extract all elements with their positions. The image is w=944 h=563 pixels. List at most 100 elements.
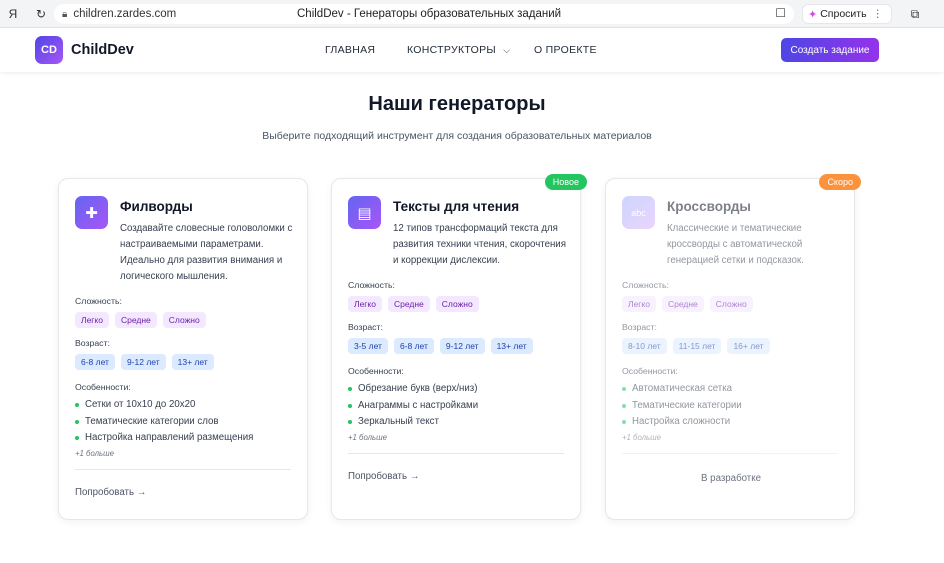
tab-title: ChildDev - Генераторы образовательных за… — [297, 8, 562, 20]
logo-badge[interactable]: CD — [35, 36, 63, 64]
feature-text: Анаграммы с настройками — [358, 400, 479, 411]
url-text: children.zardes.com — [73, 8, 177, 20]
divider — [75, 469, 291, 470]
features-label: Особенности: — [622, 366, 678, 376]
feature-item: Автоматическая сетка — [622, 383, 732, 394]
feature-item: Обрезание букв (верх/низ) — [348, 383, 477, 394]
age-tag[interactable]: 9-12 лет — [120, 354, 166, 370]
yandex-icon[interactable]: Я — [4, 5, 22, 23]
age-tag[interactable]: 6-8 лет — [75, 354, 115, 370]
age-label: Возраст: — [75, 338, 110, 348]
card-description: 12 типов трансформаций текста для развит… — [393, 223, 566, 266]
browser-toolbar: Я ↻ 🔒︎ children.zardes.com ChildDev - Ге… — [0, 0, 944, 28]
age-label: Возраст: — [622, 322, 657, 332]
divider — [622, 453, 838, 454]
page-title: Наши генераторы — [368, 93, 546, 115]
difficulty-tags: Легко Средне Сложно — [75, 312, 206, 328]
try-link[interactable]: Попробовать → — [75, 487, 146, 498]
feature-text: Автоматическая сетка — [632, 383, 733, 394]
feature-text: Сетки от 10x10 до 20x20 — [85, 399, 196, 410]
page-subtitle: Выберите подходящий инструмент для созда… — [262, 130, 652, 142]
age-tag: 11-15 лет — [672, 338, 722, 354]
nav-about[interactable]: О ПРОЕКТЕ — [534, 44, 597, 56]
card-title: Кроссворды — [667, 199, 751, 214]
age-tag[interactable]: 6-8 лет — [393, 338, 434, 354]
age-tag[interactable]: 13+ лет — [490, 338, 533, 354]
age-tag[interactable]: 13+ лет — [171, 354, 214, 370]
difficulty-tag: Легко — [622, 296, 656, 312]
bullet-icon — [622, 419, 626, 424]
more-icon[interactable]: ⋮ — [873, 8, 884, 20]
site-header: CD ChildDev ГЛАВНАЯ КОНСТРУКТОРЫ ⌵ О ПРО… — [0, 28, 944, 72]
bullet-icon — [75, 419, 79, 424]
in-development-label: В разработке — [701, 473, 761, 484]
difficulty-tag[interactable]: Средне — [114, 312, 157, 328]
ask-label: Спросить — [820, 8, 867, 20]
extension-icon[interactable]: ⧉ — [906, 5, 924, 23]
ask-button[interactable]: ✦ Спросить ⋮ — [802, 4, 892, 24]
difficulty-tags: Легко Средне Сложно — [348, 296, 479, 312]
more-features[interactable]: +1 больше — [75, 449, 114, 458]
difficulty-tag[interactable]: Сложно — [435, 296, 479, 312]
feature-text: Тематические категории — [632, 400, 742, 411]
lock-icon: 🔒︎ — [62, 8, 68, 20]
bullet-icon — [348, 386, 352, 391]
feature-item: Зеркальный текст — [348, 416, 439, 427]
age-tag[interactable]: 9-12 лет — [439, 338, 485, 354]
bullet-icon — [348, 419, 352, 424]
sparkle-icon: ✦ — [808, 8, 818, 21]
bullet-icon — [75, 435, 79, 440]
nav-constructors[interactable]: КОНСТРУКТОРЫ ⌵ — [407, 44, 510, 56]
feature-item: Настройка направлений размещения — [75, 432, 253, 443]
feature-text: Обрезание букв (верх/низ) — [358, 383, 478, 394]
age-tag: 8-10 лет — [622, 338, 667, 354]
feature-text: Настройка направлений размещения — [85, 432, 254, 443]
feature-text: Зеркальный текст — [358, 416, 439, 427]
feature-item: Тематические категории — [622, 400, 742, 411]
card-title: Тексты для чтения — [393, 199, 520, 214]
feature-item: Анаграммы с настройками — [348, 400, 478, 411]
reload-icon[interactable]: ↻ — [32, 5, 50, 23]
address-bar[interactable]: 🔒︎ children.zardes.com ChildDev - Генера… — [54, 4, 794, 24]
generator-card-filwords[interactable]: ✚ Филворды Создавайте словесные головоло… — [58, 178, 308, 520]
difficulty-tag[interactable]: Легко — [348, 296, 382, 312]
bookmark-icon[interactable]: ☐ — [775, 6, 786, 20]
features-label: Особенности: — [75, 382, 131, 392]
feature-text: Тематические категории слов — [85, 416, 219, 427]
card-title: Филворды — [120, 199, 193, 214]
bullet-icon — [75, 402, 79, 407]
age-tag[interactable]: 3-5 лет — [348, 338, 388, 354]
feature-item: Сетки от 10x10 до 20x20 — [75, 399, 195, 410]
difficulty-label: Сложность: — [75, 296, 122, 306]
logo-name[interactable]: ChildDev — [71, 42, 134, 58]
age-tags: 8-10 лет 11-15 лет 16+ лет — [622, 338, 770, 354]
divider — [348, 453, 564, 454]
difficulty-tag[interactable]: Сложно — [162, 312, 206, 328]
chevron-down-icon: ⌵ — [503, 45, 511, 55]
generator-card-crosswords: Скоро abc Кроссворды Классические и тема… — [605, 174, 861, 520]
puzzle-icon: ✚ — [75, 196, 108, 229]
abc-icon: abc — [622, 196, 655, 229]
difficulty-tag: Сложно — [709, 296, 753, 312]
difficulty-tags: Легко Средне Сложно — [622, 296, 753, 312]
card-description: Классические и тематические кроссворды с… — [667, 223, 804, 266]
feature-item: Настройка сложности — [622, 416, 730, 427]
more-features[interactable]: +1 больше — [348, 433, 387, 442]
generator-card-reading-texts[interactable]: Новое ▤ Тексты для чтения 12 типов транс… — [331, 174, 587, 520]
difficulty-label: Сложность: — [348, 280, 395, 290]
difficulty-tag: Средне — [661, 296, 704, 312]
age-tags: 6-8 лет 9-12 лет 13+ лет — [75, 354, 214, 370]
age-label: Возраст: — [348, 322, 383, 332]
difficulty-tag[interactable]: Легко — [75, 312, 109, 328]
bullet-icon — [622, 403, 626, 408]
bullet-icon — [622, 386, 626, 391]
feature-text: Настройка сложности — [632, 416, 731, 427]
features-label: Особенности: — [348, 366, 404, 376]
create-task-button[interactable]: Создать задание — [781, 38, 879, 62]
book-icon: ▤ — [348, 196, 381, 229]
card-description: Создавайте словесные головоломки с настр… — [120, 223, 293, 282]
nav-home[interactable]: ГЛАВНАЯ — [325, 44, 375, 56]
new-badge: Новое — [544, 174, 587, 190]
try-link[interactable]: Попробовать → — [348, 471, 419, 482]
difficulty-tag[interactable]: Средне — [387, 296, 430, 312]
